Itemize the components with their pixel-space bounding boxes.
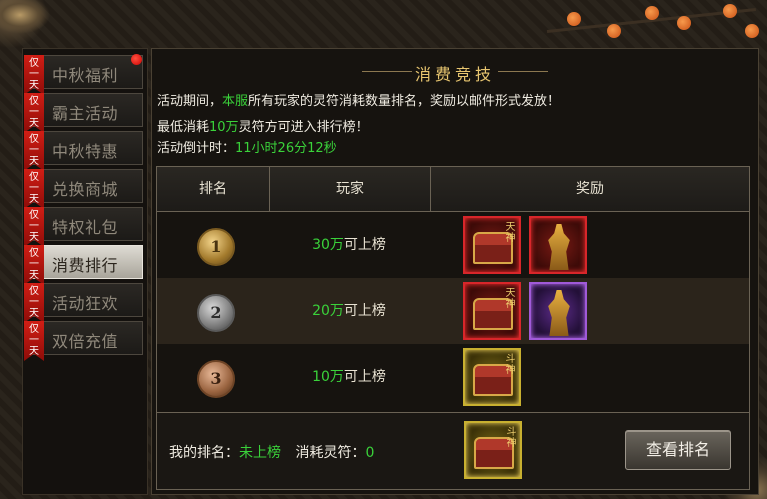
rank-requirement: 20万可上榜 xyxy=(312,303,386,319)
sidebar-tab[interactable]: 仅一天中秋特惠 xyxy=(24,131,143,171)
sidebar-tab-label: 特权礼包 xyxy=(52,218,119,237)
header-player: 玩家 xyxy=(336,181,364,197)
table-row: 1 30万可上榜 天神 xyxy=(157,212,749,278)
countdown: 活动倒计时：11小时26分12秒 xyxy=(157,141,337,156)
chest-tag: 天神 xyxy=(505,288,516,310)
sidebar-tab-label: 霸主活动 xyxy=(52,104,119,123)
blossom-branch-decoration xyxy=(527,0,767,48)
page-title: 消费竞技 xyxy=(414,65,495,84)
chest-tag: 斗神 xyxy=(505,354,516,376)
warrior-figure-icon xyxy=(548,290,570,336)
header-rank: 排名 xyxy=(199,181,227,197)
sidebar-tab[interactable]: 仅一天兑换商城 xyxy=(24,169,143,209)
sidebar-tab[interactable]: 仅一天双倍充值 xyxy=(24,321,143,361)
dragon-ornament xyxy=(0,0,60,40)
sidebar-tab[interactable]: 仅一天消费排行 xyxy=(24,245,143,285)
reward-chest[interactable]: 天神 xyxy=(463,282,521,340)
description: 活动期间，本服所有玩家的灵符消耗数量排名，奖励以邮件形式发放！ xyxy=(157,94,561,109)
limited-badge: 仅一天 xyxy=(24,283,44,323)
sidebar-tab[interactable]: 仅一天特权礼包 xyxy=(24,207,143,247)
table-row: 2 20万可上榜 天神 xyxy=(157,278,749,344)
rank-medal-icon: 2 xyxy=(197,294,235,332)
limited-badge: 仅一天 xyxy=(24,93,44,133)
limited-badge: 仅一天 xyxy=(24,207,44,247)
header-reward: 奖励 xyxy=(576,181,604,197)
chest-tag: 天神 xyxy=(505,222,516,244)
table-header: 排名 玩家 奖励 xyxy=(157,167,749,212)
limited-badge: 仅一天 xyxy=(24,245,44,285)
my-rank-footer: 我的排名：未上榜 消耗灵符：0 斗神 查看排名 xyxy=(157,412,749,489)
ranking-table: 排名 玩家 奖励 1 30万可上榜 天神 2 20万可上榜 天神 3 10万可上榜 斗神 我的排… xyxy=(156,166,750,490)
limited-badge: 仅一天 xyxy=(24,55,44,95)
sidebar-tab-label: 活动狂欢 xyxy=(52,294,119,313)
rank-requirement: 30万可上榜 xyxy=(312,237,386,253)
limited-badge: 仅一天 xyxy=(24,169,44,209)
sidebar-tab[interactable]: 仅一天中秋福利 xyxy=(24,54,143,95)
view-ranking-button[interactable]: 查看排名 xyxy=(625,430,731,470)
sidebar-tab-label: 中秋福利 xyxy=(52,66,119,85)
my-rank-info: 我的排名：未上榜 消耗灵符：0 xyxy=(169,445,375,461)
sidebar-tab-label: 双倍充值 xyxy=(52,332,119,351)
sidebar-tab-label: 消费排行 xyxy=(52,256,119,275)
reward-chest[interactable]: 斗神 xyxy=(463,348,521,406)
reward-chest[interactable]: 天神 xyxy=(463,216,521,274)
rank-medal-icon: 1 xyxy=(197,228,235,266)
rank-medal-icon: 3 xyxy=(197,360,235,398)
main-panel: 消费竞技 活动期间，本服所有玩家的灵符消耗数量排名，奖励以邮件形式发放！ 最低消… xyxy=(151,48,759,495)
title-divider-right xyxy=(498,71,548,72)
notification-dot xyxy=(131,54,142,65)
table-row: 3 10万可上榜 斗神 xyxy=(157,344,749,410)
reward-warrior[interactable] xyxy=(529,282,587,340)
reward-warrior[interactable] xyxy=(529,216,587,274)
sidebar: 仅一天中秋福利仅一天霸主活动仅一天中秋特惠仅一天兑换商城仅一天特权礼包仅一天消费… xyxy=(22,48,148,495)
limited-badge: 仅一天 xyxy=(24,131,44,171)
sidebar-tab-label: 中秋特惠 xyxy=(52,142,119,161)
sidebar-tab[interactable]: 仅一天活动狂欢 xyxy=(24,283,143,323)
limited-badge: 仅一天 xyxy=(24,321,44,361)
warrior-figure-icon xyxy=(548,224,570,270)
sidebar-tab[interactable]: 仅一天霸主活动 xyxy=(24,93,143,133)
rank-requirement: 10万可上榜 xyxy=(312,369,386,385)
sidebar-tab-label: 兑换商城 xyxy=(52,180,119,199)
my-reward-chest[interactable]: 斗神 xyxy=(464,421,522,479)
minimum-requirement: 最低消耗10万灵符方可进入排行榜！ xyxy=(157,120,369,135)
